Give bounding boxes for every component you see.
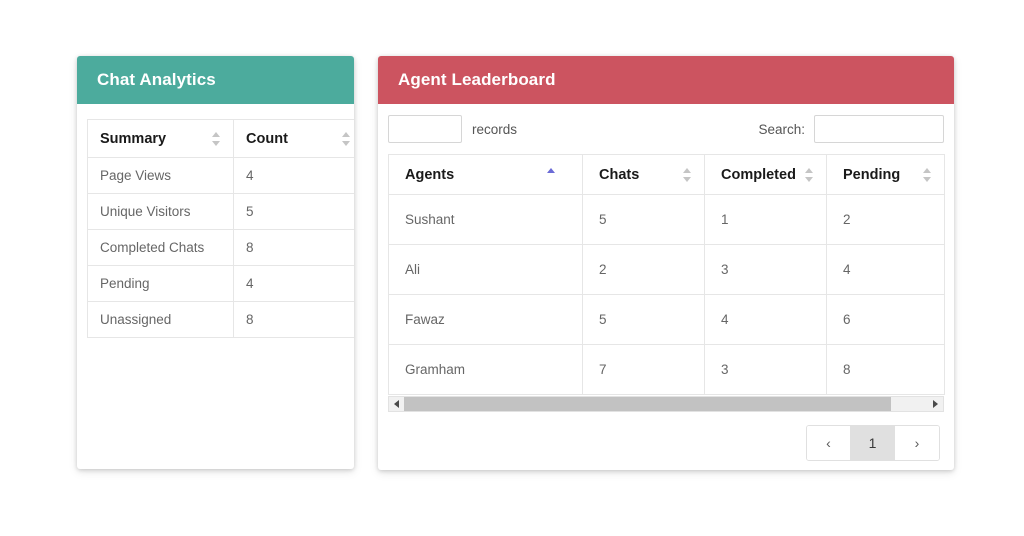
leaderboard-cell-agent: Sushant (388, 194, 583, 245)
leaderboard-table: Agents Chats Completed Pending Sushant 5… (388, 154, 945, 395)
leaderboard-cell-completed: 3 (704, 344, 827, 395)
leaderboard-cell-chats: 2 (582, 244, 705, 295)
leaderboard-cell-pending: 2 (826, 194, 945, 245)
analytics-cell-count: 5 (233, 193, 354, 230)
leaderboard-col-chats-label: Chats (599, 166, 640, 183)
table-row: Unassigned 8 (86, 301, 354, 338)
table-row: Unique Visitors 5 (86, 193, 354, 230)
sort-toggle-icon[interactable] (923, 167, 932, 183)
leaderboard-col-agents[interactable]: Agents (388, 154, 583, 195)
pagination-previous-button[interactable]: ‹ (807, 426, 851, 460)
pagination: ‹ 1 › (378, 412, 954, 470)
leaderboard-cell-agent: Ali (388, 244, 583, 295)
leaderboard-col-completed-label: Completed (721, 166, 796, 183)
leaderboard-cell-agent: Fawaz (388, 294, 583, 345)
leaderboard-cell-completed: 1 (704, 194, 827, 245)
analytics-cell-count: 8 (233, 301, 354, 338)
analytics-col-count-label: Count (246, 130, 288, 147)
leaderboard-cell-completed: 3 (704, 244, 827, 295)
chat-analytics-title: Chat Analytics (97, 70, 216, 89)
scrollbar-thumb[interactable] (404, 397, 892, 411)
chat-analytics-header: Chat Analytics (77, 56, 354, 104)
leaderboard-controls: records Search: (378, 104, 954, 154)
agent-leaderboard-title: Agent Leaderboard (398, 70, 556, 89)
records-label: records (472, 121, 518, 137)
analytics-cell-summary: Completed Chats (86, 229, 235, 266)
analytics-cell-summary: Page Views (86, 157, 235, 194)
chat-analytics-body: Summary Count Page Views 4 Unique Visito… (77, 119, 354, 338)
leaderboard-col-chats[interactable]: Chats (582, 154, 705, 195)
sort-toggle-icon[interactable] (212, 131, 221, 147)
leaderboard-cell-chats: 5 (582, 194, 705, 245)
analytics-col-summary-label: Summary (100, 130, 167, 147)
table-row: Pending 4 (86, 265, 354, 302)
sort-toggle-icon[interactable] (683, 167, 692, 183)
leaderboard-table-viewport: Agents Chats Completed Pending Sushant 5… (388, 154, 945, 395)
analytics-col-count[interactable]: Count (233, 119, 354, 158)
app-root: Chat Analytics Summary Count Page Views … (0, 0, 1024, 536)
leaderboard-cell-chats: 7 (582, 344, 705, 395)
leaderboard-header-row: Agents Chats Completed Pending (388, 154, 945, 195)
table-row: Completed Chats 8 (86, 229, 354, 266)
analytics-header-row: Summary Count (86, 119, 354, 158)
search-input[interactable] (814, 115, 944, 143)
table-row: Page Views 4 (86, 157, 354, 194)
leaderboard-cell-pending: 8 (826, 344, 945, 395)
analytics-table: Summary Count Page Views 4 Unique Visito… (86, 119, 354, 338)
leaderboard-cell-pending: 6 (826, 294, 945, 345)
horizontal-scrollbar[interactable] (388, 396, 944, 412)
analytics-cell-count: 4 (233, 157, 354, 194)
table-row: Sushant 5 1 2 (388, 194, 945, 245)
leaderboard-col-pending[interactable]: Pending (826, 154, 945, 195)
analytics-col-summary[interactable]: Summary (86, 119, 235, 158)
pagination-next-button[interactable]: › (895, 426, 939, 460)
leaderboard-col-pending-label: Pending (843, 166, 901, 183)
agent-leaderboard-card: Agent Leaderboard records Search: Agents (378, 56, 954, 470)
leaderboard-col-completed[interactable]: Completed (704, 154, 827, 195)
leaderboard-cell-completed: 4 (704, 294, 827, 345)
sort-toggle-icon[interactable] (805, 167, 814, 183)
leaderboard-cell-agent: Gramham (388, 344, 583, 395)
analytics-cell-summary: Unique Visitors (86, 193, 235, 230)
leaderboard-col-agents-label: Agents (405, 166, 455, 183)
sort-toggle-icon[interactable] (342, 131, 351, 147)
leaderboard-cell-chats: 5 (582, 294, 705, 345)
table-row: Ali 2 3 4 (388, 244, 945, 295)
pagination-page-1-button[interactable]: 1 (851, 426, 895, 460)
table-row: Fawaz 5 4 6 (388, 294, 945, 345)
search-control: Search: (758, 115, 944, 143)
length-control: records (388, 115, 517, 143)
analytics-cell-count: 8 (233, 229, 354, 266)
scroll-right-arrow-icon[interactable] (928, 397, 943, 411)
chat-analytics-card: Chat Analytics Summary Count Page Views … (77, 56, 354, 469)
sort-ascending-icon[interactable] (547, 167, 556, 183)
analytics-cell-summary: Pending (86, 265, 235, 302)
records-per-page-select[interactable] (388, 115, 462, 143)
agent-leaderboard-header: Agent Leaderboard (378, 56, 954, 104)
pager-group: ‹ 1 › (806, 425, 940, 461)
leaderboard-cell-pending: 4 (826, 244, 945, 295)
search-label: Search: (758, 121, 805, 137)
table-row: Gramham 7 3 8 (388, 344, 945, 395)
analytics-cell-count: 4 (233, 265, 354, 302)
analytics-cell-summary: Unassigned (86, 301, 235, 338)
scroll-left-arrow-icon[interactable] (389, 397, 404, 411)
scrollbar-track[interactable] (404, 397, 928, 411)
